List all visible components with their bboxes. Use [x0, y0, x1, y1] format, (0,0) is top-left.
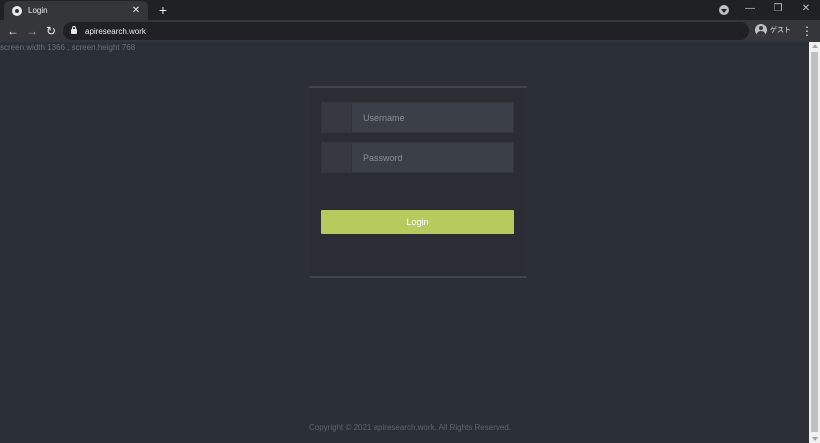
- password-field[interactable]: [321, 142, 514, 173]
- scrollbar-thumb[interactable]: [811, 52, 818, 432]
- profile-label: ゲスト: [770, 27, 791, 34]
- profile-button[interactable]: ゲスト: [755, 24, 791, 36]
- username-input[interactable]: [352, 103, 513, 132]
- url-text[interactable]: apiresearch.work: [85, 27, 146, 36]
- address-bar[interactable]: apiresearch.work: [63, 22, 749, 40]
- restore-button[interactable]: ❐: [770, 2, 786, 16]
- copyright-text: Copyright © 2021 apiresearch.work. All R…: [309, 423, 511, 432]
- scroll-down-icon[interactable]: [812, 437, 818, 441]
- reload-button[interactable]: ↻: [43, 23, 59, 39]
- back-button[interactable]: ←: [5, 23, 21, 39]
- lock-icon: [71, 25, 77, 34]
- tab-title: Login: [28, 6, 48, 15]
- tab-login[interactable]: Login ✕: [4, 1, 148, 20]
- globe-icon: [12, 5, 22, 16]
- username-field[interactable]: [321, 102, 514, 133]
- tab-bar: Login ✕ + — ❐ ✕: [0, 0, 820, 20]
- forward-button[interactable]: →: [24, 23, 40, 39]
- page-viewport: screen.width 1366 , screen.height 768 Lo…: [0, 42, 809, 443]
- new-tab-button[interactable]: +: [155, 2, 171, 18]
- scroll-up-icon[interactable]: [812, 44, 818, 48]
- username-field-icon: [322, 103, 352, 132]
- password-input[interactable]: [352, 143, 513, 172]
- browser-menu-button[interactable]: ⋮: [801, 23, 813, 39]
- vertical-scrollbar[interactable]: [809, 42, 820, 443]
- close-window-button[interactable]: ✕: [798, 2, 814, 16]
- login-panel: Login: [309, 86, 527, 278]
- profile-dropdown-icon[interactable]: [719, 5, 729, 15]
- password-field-icon: [322, 143, 352, 172]
- minimize-button[interactable]: —: [742, 2, 758, 16]
- screen-info-text: screen.width 1366 , screen.height 768: [0, 43, 136, 52]
- login-button[interactable]: Login: [321, 210, 514, 234]
- tab-close-icon[interactable]: ✕: [130, 5, 142, 17]
- guest-avatar-icon: [755, 24, 767, 36]
- browser-toolbar: ← → ↻ apiresearch.work ゲスト ⋮: [0, 20, 820, 42]
